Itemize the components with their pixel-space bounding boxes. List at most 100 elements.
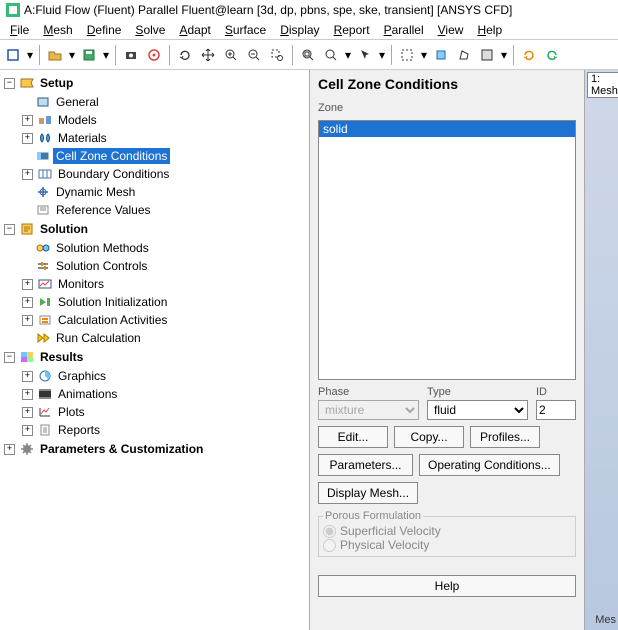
tree-section-results[interactable]: Results <box>37 349 86 365</box>
dropdown-arrow-icon[interactable]: ▾ <box>343 44 353 66</box>
mat-icon <box>37 131 53 145</box>
menu-help[interactable]: Help <box>471 21 508 39</box>
tree-item-dynamic-mesh[interactable]: Dynamic Mesh <box>53 184 138 200</box>
tree-item-cell-zone-conditions[interactable]: Cell Zone Conditions <box>53 148 170 164</box>
menu-report[interactable]: Report <box>328 21 376 39</box>
run-icon[interactable] <box>2 44 24 66</box>
refresh-icon[interactable] <box>518 44 540 66</box>
open-icon[interactable] <box>44 44 66 66</box>
face-select-icon[interactable] <box>430 44 452 66</box>
expander-icon[interactable]: − <box>4 352 15 363</box>
tree-item-monitors[interactable]: Monitors <box>55 276 107 292</box>
zone-label: Zone <box>318 102 576 114</box>
zoom-out-icon[interactable] <box>243 44 265 66</box>
sm-icon <box>35 241 51 255</box>
parameters-button[interactable]: Parameters... <box>318 454 413 476</box>
poly-select-icon[interactable] <box>453 44 475 66</box>
expander-icon[interactable]: + <box>22 169 33 180</box>
tree-item-boundary-conditions[interactable]: Boundary Conditions <box>55 166 172 182</box>
cell-zone-panel: Cell Zone Conditions Zone solid Phase mi… <box>310 70 585 630</box>
expander-icon[interactable]: + <box>22 407 33 418</box>
phase-select: mixture <box>318 400 419 420</box>
type-select[interactable]: fluid <box>427 400 528 420</box>
setup-icon <box>19 76 35 90</box>
viewport-tab[interactable]: 1: Mesh <box>587 72 618 98</box>
tree-item-graphics[interactable]: Graphics <box>55 368 109 384</box>
expander-icon[interactable]: + <box>22 371 33 382</box>
window-title: A:Fluid Flow (Fluent) Parallel Fluent@le… <box>24 3 512 17</box>
menu-mesh[interactable]: Mesh <box>37 21 78 39</box>
target-icon[interactable] <box>143 44 165 66</box>
tree-section-params[interactable]: Parameters & Customization <box>37 441 206 457</box>
viewport-corner-label: Mes <box>595 614 616 626</box>
expander-icon[interactable]: + <box>22 133 33 144</box>
edit-button[interactable]: Edit... <box>318 426 388 448</box>
menu-view[interactable]: View <box>432 21 470 39</box>
menu-define[interactable]: Define <box>81 21 128 39</box>
expander-icon[interactable]: + <box>22 279 33 290</box>
dropdown-arrow-icon[interactable]: ▾ <box>419 44 429 66</box>
tree-section-setup[interactable]: Setup <box>37 75 76 91</box>
tree-section-solution[interactable]: Solution <box>37 221 91 237</box>
zoom-fit-icon[interactable] <box>297 44 319 66</box>
reset-icon[interactable] <box>541 44 563 66</box>
expander-icon[interactable]: + <box>22 425 33 436</box>
pl-icon <box>37 405 53 419</box>
expander-icon[interactable]: + <box>22 315 33 326</box>
expander-icon[interactable]: − <box>4 78 15 89</box>
operating-conditions-button[interactable]: Operating Conditions... <box>419 454 560 476</box>
app-icon <box>6 3 20 17</box>
rotate-icon[interactable] <box>174 44 196 66</box>
expander-icon[interactable]: − <box>4 224 15 235</box>
tree-item-reference-values[interactable]: Reference Values <box>53 202 154 218</box>
tree-item-models[interactable]: Models <box>55 112 100 128</box>
dropdown-arrow-icon[interactable]: ▾ <box>101 44 111 66</box>
tree-item-solution-initialization[interactable]: Solution Initialization <box>55 294 170 310</box>
tree-item-solution-methods[interactable]: Solution Methods <box>53 240 152 256</box>
tree-item-animations[interactable]: Animations <box>55 386 120 402</box>
shade-icon[interactable] <box>476 44 498 66</box>
gr-icon <box>37 369 53 383</box>
dropdown-arrow-icon[interactable]: ▾ <box>377 44 387 66</box>
si-icon <box>37 295 53 309</box>
menu-surface[interactable]: Surface <box>219 21 272 39</box>
save-icon[interactable] <box>78 44 100 66</box>
pan-icon[interactable] <box>197 44 219 66</box>
tree-item-run-calculation[interactable]: Run Calculation <box>53 330 144 346</box>
expander-icon[interactable]: + <box>22 389 33 400</box>
box-select-icon[interactable] <box>396 44 418 66</box>
tree-item-materials[interactable]: Materials <box>55 130 110 146</box>
copy-button[interactable]: Copy... <box>394 426 464 448</box>
viewport[interactable]: 1: Mesh Mes <box>585 70 618 630</box>
tree-item-calculation-activities[interactable]: Calculation Activities <box>55 312 170 328</box>
dropdown-arrow-icon[interactable]: ▾ <box>67 44 77 66</box>
tree-item-plots[interactable]: Plots <box>55 404 88 420</box>
tree-item-general[interactable]: General <box>53 94 102 110</box>
expander-icon[interactable]: + <box>22 297 33 308</box>
zoom-extents-icon[interactable] <box>320 44 342 66</box>
menu-file[interactable]: File <box>4 21 35 39</box>
menu-parallel[interactable]: Parallel <box>378 21 430 39</box>
menu-bar: FileMeshDefineSolveAdaptSurfaceDisplayRe… <box>0 20 618 40</box>
menu-display[interactable]: Display <box>274 21 325 39</box>
expander-icon[interactable]: + <box>22 115 33 126</box>
help-button[interactable]: Help <box>318 575 576 597</box>
dropdown-arrow-icon[interactable]: ▾ <box>499 44 509 66</box>
profiles-button[interactable]: Profiles... <box>470 426 540 448</box>
tree-item-solution-controls[interactable]: Solution Controls <box>53 258 150 274</box>
menu-solve[interactable]: Solve <box>129 21 171 39</box>
zoom-in-icon[interactable] <box>220 44 242 66</box>
zone-item-solid[interactable]: solid <box>319 121 575 137</box>
id-field[interactable] <box>536 400 576 420</box>
zoom-box-icon[interactable] <box>266 44 288 66</box>
gen-icon <box>35 95 51 109</box>
expander-icon[interactable]: + <box>4 444 15 455</box>
display-mesh-button[interactable]: Display Mesh... <box>318 482 418 504</box>
zone-listbox[interactable]: solid <box>318 120 576 380</box>
dropdown-arrow-icon[interactable]: ▾ <box>25 44 35 66</box>
tree-item-reports[interactable]: Reports <box>55 422 103 438</box>
phase-label: Phase <box>318 386 419 398</box>
camera-icon[interactable] <box>120 44 142 66</box>
menu-adapt[interactable]: Adapt <box>173 21 216 39</box>
select-icon[interactable] <box>354 44 376 66</box>
